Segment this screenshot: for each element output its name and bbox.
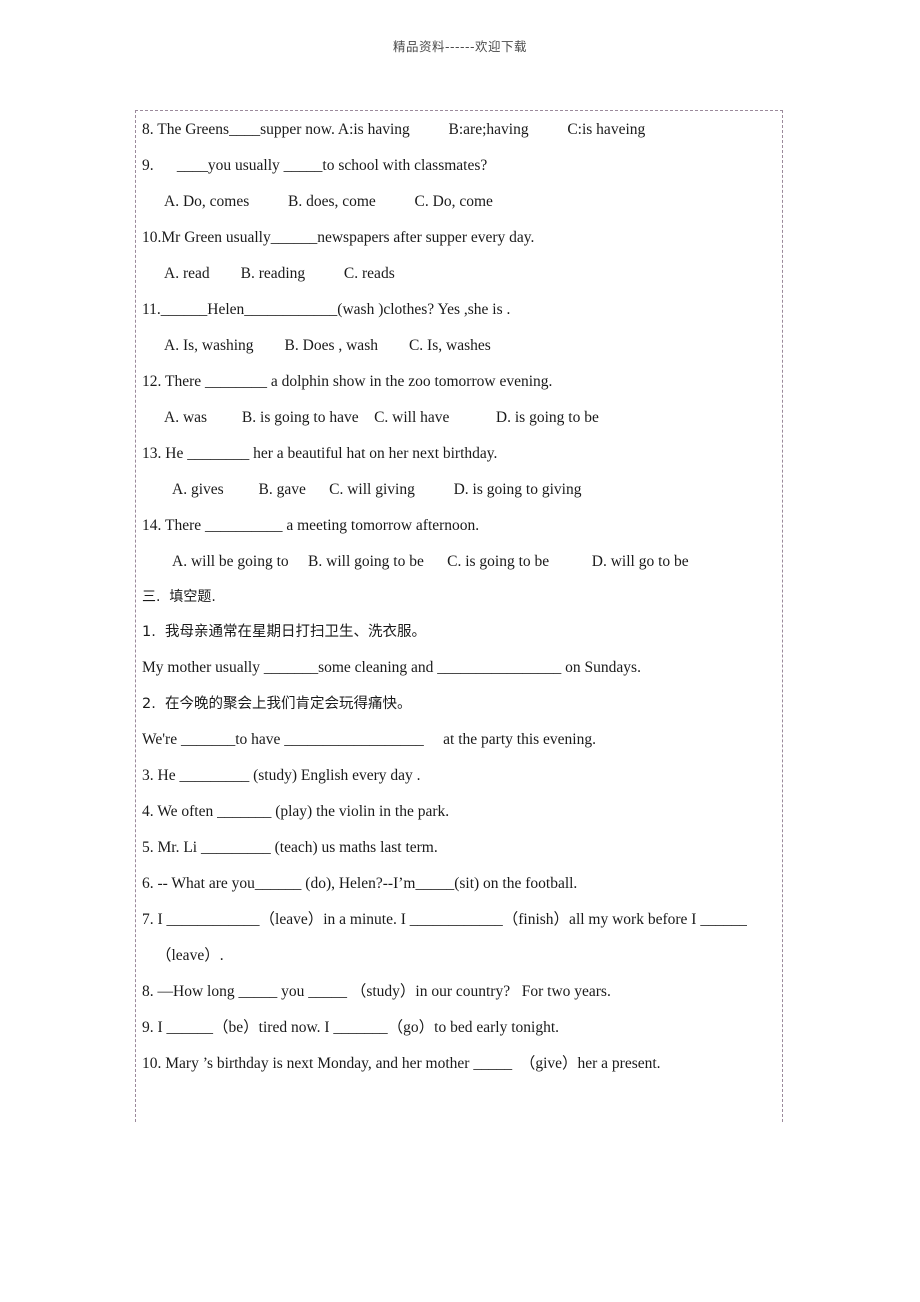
question-stem-13: 13. He ________ her a beautiful hat on h… — [142, 445, 498, 462]
fill-item-2-chinese: 2. 在今晚的聚会上我们肯定会玩得痛快。 — [142, 696, 412, 712]
question-options-12: A. was B. is going to have C. will have … — [164, 409, 599, 426]
fill-item-1-chinese: 1. 我母亲通常在星期日打扫卫生、洗衣服。 — [142, 624, 427, 640]
fill-item-9: 9. I ______（be）tired now. I _______（go）t… — [142, 1019, 560, 1036]
fill-item-7-continuation: （leave）. — [156, 947, 224, 964]
fill-item-2-english: We're _______to have __________________ … — [142, 731, 596, 748]
watermark-header: 精品资料------欢迎下载 — [392, 39, 528, 54]
question-stem-10: 10.Mr Green usually______newspapers afte… — [142, 229, 535, 246]
fill-item-6: 6. -- What are you______ (do), Helen?--I… — [142, 875, 578, 892]
document-body: 8. The Greens____supper now. A:is having… — [136, 112, 782, 1082]
question-options-14: A. will be going to B. will going to be … — [172, 553, 689, 570]
question-stem-11: 11.______Helen____________(wash )clothes… — [142, 301, 511, 318]
section-heading-three: 三. 填空题. — [142, 589, 216, 605]
question-options-11: A. Is, washing B. Does , wash C. Is, was… — [164, 337, 491, 354]
question-stem-14: 14. There __________ a meeting tomorrow … — [142, 517, 480, 534]
question-stem-12: 12. There ________ a dolphin show in the… — [142, 373, 553, 390]
fill-item-1-english: My mother usually _______some cleaning a… — [142, 659, 641, 676]
fill-item-10: 10. Mary ’s birthday is next Monday, and… — [142, 1055, 661, 1072]
question-stem-8: 8. The Greens____supper now. A:is having… — [142, 121, 646, 138]
fill-item-8: 8. —How long _____ you _____ （study）in o… — [142, 983, 611, 1000]
question-options-13: A. gives B. gave C. will giving D. is go… — [172, 481, 582, 498]
fill-item-7: 7. I ____________（leave）in a minute. I _… — [142, 911, 747, 928]
question-stem-9: 9. ____you usually _____to school with c… — [142, 157, 488, 174]
fill-item-5: 5. Mr. Li _________ (teach) us maths las… — [142, 839, 438, 856]
fill-item-4: 4. We often _______ (play) the violin in… — [142, 803, 450, 820]
question-options-10: A. read B. reading C. reads — [164, 265, 395, 282]
question-options-9: A. Do, comes B. does, come C. Do, come — [164, 193, 493, 210]
fill-item-3: 3. He _________ (study) English every da… — [142, 767, 421, 784]
